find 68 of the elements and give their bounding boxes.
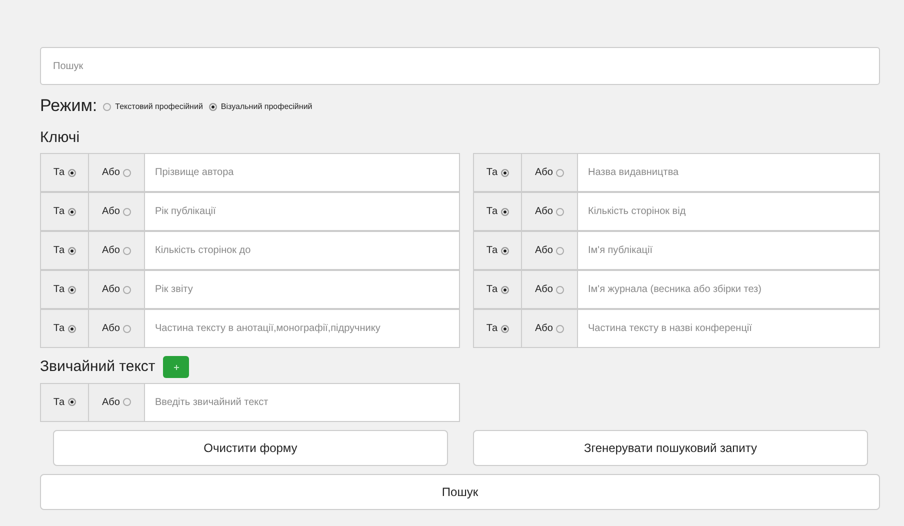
radio-button[interactable] <box>68 208 76 216</box>
operator-option[interactable]: Та <box>40 309 88 348</box>
key-input-field[interactable]: Рік звіту <box>144 270 460 309</box>
key-input-field[interactable]: Ім'я журнала (весника або збірки тез) <box>577 270 880 309</box>
radio-button[interactable] <box>556 324 564 332</box>
action-button[interactable]: Очистити форму <box>53 430 448 466</box>
radio-button[interactable] <box>500 286 509 294</box>
operator-option[interactable]: Та <box>40 153 88 192</box>
radio-button[interactable] <box>500 168 509 176</box>
radio-button[interactable] <box>556 208 564 216</box>
key-input-field[interactable]: Кількість сторінок до <box>144 231 460 270</box>
operator-option[interactable]: Або <box>521 192 577 231</box>
operator-option[interactable]: Або <box>521 270 577 309</box>
radio-button[interactable] <box>103 103 112 111</box>
action-button[interactable]: Згенерувати пошуковий запиту <box>473 430 868 466</box>
radio-button[interactable] <box>500 246 509 254</box>
radio-button[interactable] <box>68 168 76 176</box>
operator-option[interactable]: Або <box>521 153 577 192</box>
search-button[interactable]: Пошук <box>40 474 880 510</box>
operator-option[interactable]: Або <box>88 153 144 192</box>
radio-button[interactable] <box>122 286 131 294</box>
key-input-field[interactable]: Прізвище автора <box>144 153 460 192</box>
key-input-field[interactable]: Ім'я публікації <box>577 231 880 270</box>
radio-button[interactable] <box>68 398 76 406</box>
radio-button[interactable] <box>122 324 131 332</box>
radio-button[interactable] <box>208 103 217 111</box>
section-title: Звичайний текст <box>40 357 156 377</box>
radio-button[interactable] <box>122 398 131 406</box>
add-button[interactable] <box>163 356 190 378</box>
operator-option[interactable]: Та <box>473 231 521 270</box>
operator-option[interactable]: Або <box>88 270 144 309</box>
operator-option[interactable]: Та <box>40 192 88 231</box>
operator-option[interactable]: Та <box>40 231 88 270</box>
operator-option[interactable]: Або <box>88 382 144 422</box>
operator-option[interactable]: Та <box>473 309 521 348</box>
key-input-field[interactable]: Кількість сторінок від <box>577 192 880 231</box>
radio-button[interactable] <box>500 208 509 216</box>
radio-button[interactable] <box>68 246 76 254</box>
key-input-field[interactable]: Введіть звичайний текст <box>144 382 460 422</box>
radio-button[interactable] <box>122 246 131 254</box>
radio-button[interactable] <box>500 324 509 332</box>
operator-option[interactable]: Або <box>88 231 144 270</box>
radio-button[interactable] <box>556 286 564 294</box>
mode-radio-option[interactable]: Текстовий професійний <box>103 101 203 113</box>
key-input-field[interactable]: Рік публікації <box>144 192 460 231</box>
operator-option[interactable]: Та <box>40 382 88 422</box>
operator-option[interactable]: Та <box>40 270 88 309</box>
radio-button[interactable] <box>122 168 131 176</box>
radio-button[interactable] <box>556 168 564 176</box>
radio-button[interactable] <box>122 208 131 216</box>
key-input-field[interactable]: Частина тексту в назві конференції <box>577 309 880 348</box>
operator-option[interactable]: Та <box>473 270 521 309</box>
radio-button[interactable] <box>68 286 76 294</box>
operator-option[interactable]: Або <box>88 309 144 348</box>
mode-label: Режим: <box>40 95 98 117</box>
section-title: Ключі <box>40 128 81 148</box>
operator-option[interactable]: Або <box>521 309 577 348</box>
search-field[interactable]: Пошук <box>40 47 880 85</box>
operator-option[interactable]: Та <box>473 192 521 231</box>
plus-icon <box>174 364 179 370</box>
operator-option[interactable]: Або <box>88 192 144 231</box>
mode-radio-option[interactable]: Візуальний професійний <box>208 101 312 113</box>
operator-option[interactable]: Або <box>521 231 577 270</box>
radio-button[interactable] <box>556 246 564 254</box>
operator-option[interactable]: Та <box>473 153 521 192</box>
key-input-field[interactable]: Частина тексту в анотації,монографії,підручнику <box>144 309 460 348</box>
key-input-field[interactable]: Назва видавництва <box>577 153 880 192</box>
radio-button[interactable] <box>68 324 76 332</box>
